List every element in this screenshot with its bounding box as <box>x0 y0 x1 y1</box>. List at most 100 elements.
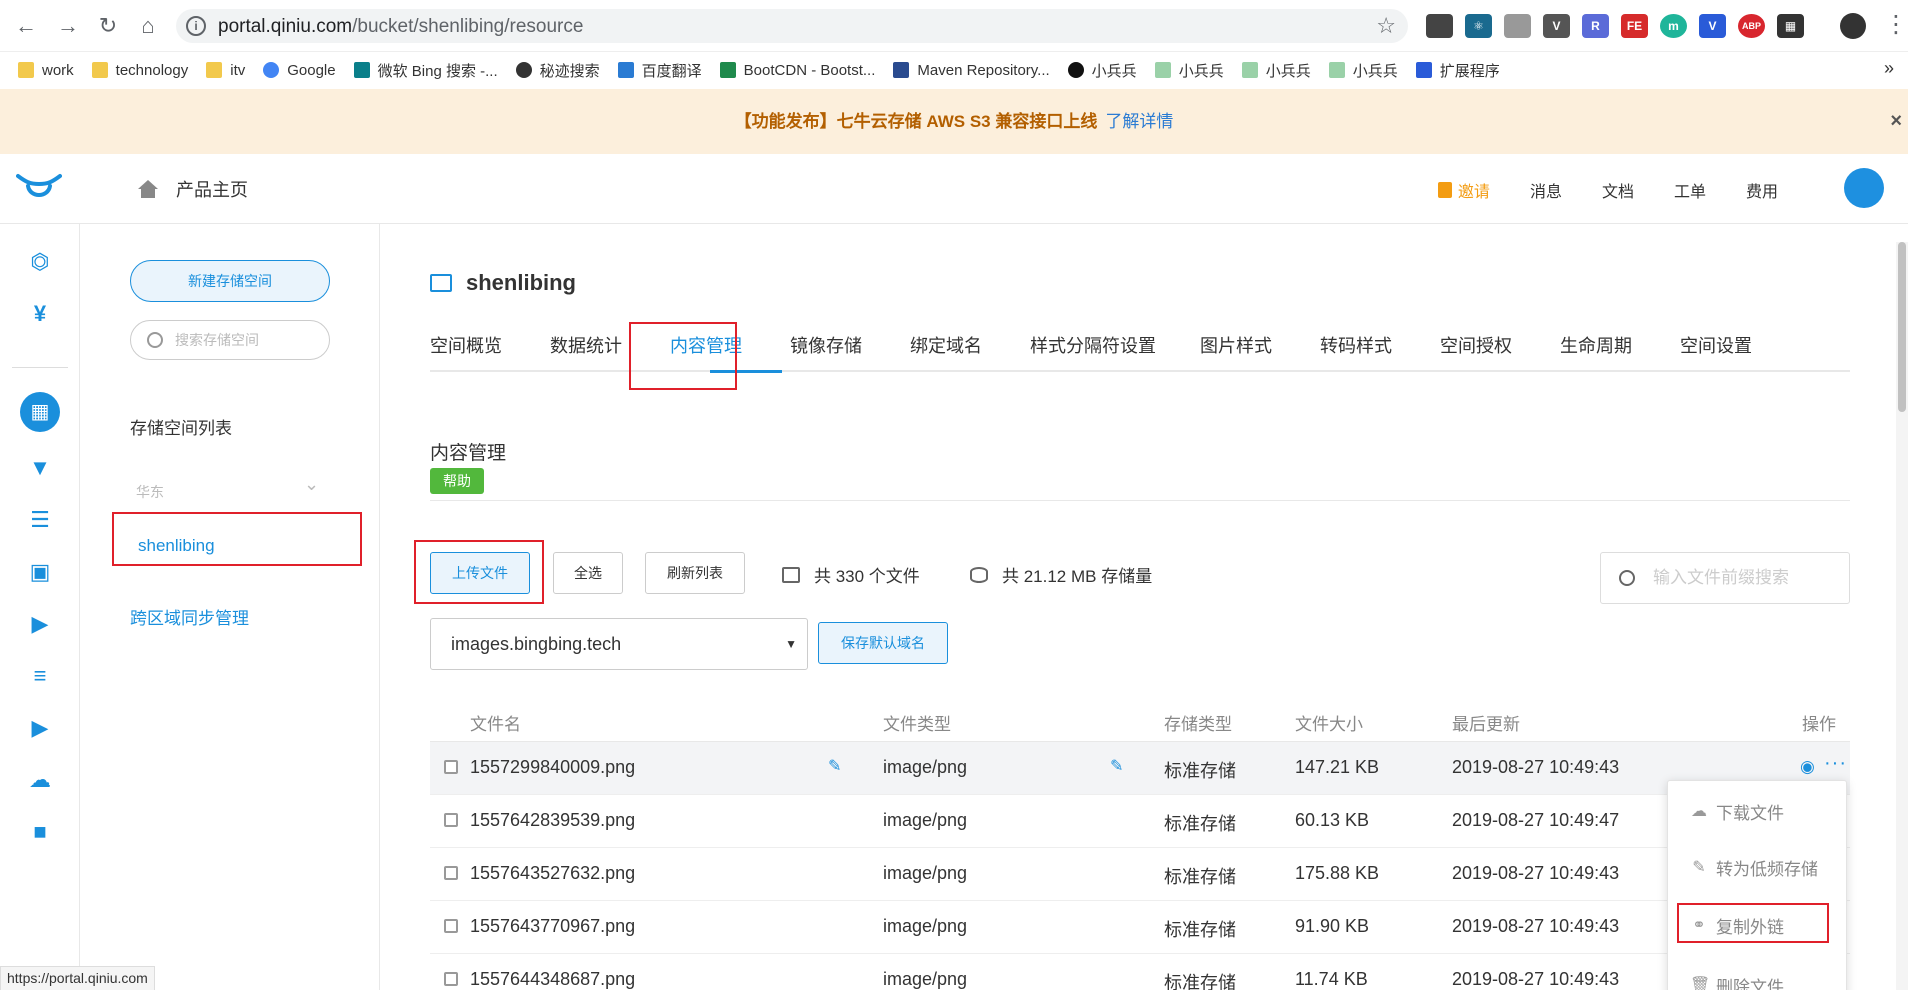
storage-icon[interactable]: ▦ <box>20 392 60 432</box>
tab-bind-domain[interactable]: 绑定域名 <box>910 332 982 358</box>
extension-icon[interactable]: V <box>1699 14 1726 38</box>
docs-link[interactable]: 文档 <box>1602 178 1634 202</box>
bookmark-item[interactable]: 扩展程序 <box>1415 60 1500 81</box>
bookmark-item[interactable]: 秘迹搜索 <box>515 60 600 81</box>
bookmark-item[interactable]: Maven Repository... <box>893 62 1050 79</box>
extension-icon[interactable] <box>1504 14 1531 38</box>
fe-helper-icon[interactable]: FE <box>1621 14 1648 38</box>
bookmark-item[interactable]: 小兵兵 <box>1067 60 1137 81</box>
chevron-down-icon[interactable]: ⌄ <box>304 474 319 495</box>
bookmark-icon[interactable]: ■ <box>24 816 56 848</box>
tab-transcode-style[interactable]: 转码样式 <box>1320 332 1392 358</box>
help-badge[interactable]: 帮助 <box>430 468 484 494</box>
more-bookmarks-icon[interactable]: » <box>1884 58 1894 79</box>
edit-icon[interactable]: ✎ <box>1110 756 1123 776</box>
table-row[interactable]: 1557299840009.png ✎ image/png ✎ 标准存储 147… <box>430 742 1850 795</box>
live-video-icon[interactable]: ▣ <box>24 556 56 588</box>
finance-icon[interactable]: ¥ <box>24 298 56 330</box>
more-options-icon[interactable]: ··· <box>1824 752 1847 775</box>
bookmark-star-icon[interactable]: ☆ <box>1376 13 1396 39</box>
bookmark-item[interactable]: BootCDN - Bootst... <box>719 62 875 79</box>
table-row[interactable]: 1557642839539.png image/png 标准存储 60.13 K… <box>430 795 1850 848</box>
column-header-updated: 最后更新 <box>1452 715 1520 734</box>
row-checkbox[interactable] <box>444 760 458 774</box>
tab-lifecycle[interactable]: 生命周期 <box>1560 332 1632 358</box>
edit-icon[interactable]: ✎ <box>828 756 841 776</box>
upload-file-button[interactable]: 上传文件 <box>430 552 530 594</box>
product-home-link[interactable]: 产品主页 <box>136 176 248 202</box>
row-checkbox[interactable] <box>444 866 458 880</box>
table-row[interactable]: 1557643527632.png image/png 标准存储 175.88 … <box>430 848 1850 901</box>
invite-link[interactable]: 邀请 <box>1437 178 1490 202</box>
bookmark-item[interactable]: 小兵兵 <box>1154 60 1224 81</box>
file-prefix-search-input[interactable]: 输入文件前缀搜索 <box>1600 552 1850 604</box>
media-icon[interactable]: ▶ <box>24 608 56 640</box>
table-row[interactable]: 1557644348687.png image/png 标准存储 11.74 K… <box>430 954 1850 990</box>
server-icon[interactable]: ☰ <box>24 504 56 536</box>
settings-sliders-icon[interactable]: ≡ <box>24 660 56 692</box>
billing-link[interactable]: 费用 <box>1746 178 1778 202</box>
bucket-search-input[interactable]: 搜索存储空间 <box>130 320 330 360</box>
reload-icon[interactable]: ↻ <box>94 12 122 40</box>
extension-icon[interactable]: m <box>1660 14 1687 38</box>
table-row[interactable]: 1557643770967.png image/png 标准存储 91.90 K… <box>430 901 1850 954</box>
page-scrollbar[interactable] <box>1896 242 1908 990</box>
bucket-item-shenlibing[interactable]: shenlibing <box>138 536 215 556</box>
scrollbar-thumb[interactable] <box>1898 242 1906 412</box>
adblock-icon[interactable]: ABP <box>1738 14 1765 38</box>
site-info-icon[interactable]: i <box>186 16 206 36</box>
bookmark-item[interactable]: technology <box>91 62 188 79</box>
cdn-icon[interactable]: ▼ <box>24 452 56 484</box>
row-checkbox[interactable] <box>444 813 458 827</box>
extension-icon[interactable]: R <box>1582 14 1609 38</box>
refresh-list-button[interactable]: 刷新列表 <box>645 552 745 594</box>
extension-icon[interactable] <box>1426 14 1453 38</box>
tab-overview[interactable]: 空间概览 <box>430 332 502 358</box>
tab-style-separator[interactable]: 样式分隔符设置 <box>1030 332 1156 358</box>
region-label[interactable]: 华东 <box>136 482 164 502</box>
back-arrow-icon[interactable]: ← <box>12 12 40 40</box>
vue-devtools-icon[interactable]: V <box>1543 14 1570 38</box>
bookmark-item[interactable]: 微软 Bing 搜索 -... <box>353 60 498 81</box>
tab-bucket-settings[interactable]: 空间设置 <box>1680 332 1752 358</box>
home-icon[interactable]: ⌂ <box>134 12 162 40</box>
tab-image-style[interactable]: 图片样式 <box>1200 332 1272 358</box>
tab-mirror-storage[interactable]: 镜像存储 <box>790 332 862 358</box>
bookmark-item[interactable]: itv <box>206 62 245 79</box>
bookmark-item[interactable]: 百度翻译 <box>617 60 702 81</box>
video-play-icon[interactable]: ▶ <box>24 712 56 744</box>
forward-arrow-icon[interactable]: → <box>54 12 82 40</box>
tab-content-management[interactable]: 内容管理 <box>670 332 742 358</box>
bookmark-item[interactable]: 小兵兵 <box>1241 60 1311 81</box>
profile-avatar[interactable] <box>1840 13 1866 39</box>
domain-select[interactable]: images.bingbing.tech ▼ <box>430 618 808 670</box>
menu-item-download[interactable]: ☁ 下载文件 <box>1690 799 1784 824</box>
cloud-icon[interactable]: ☁ <box>24 764 56 796</box>
close-icon[interactable]: × <box>1890 89 1902 154</box>
react-devtools-icon[interactable]: ⚛ <box>1465 14 1492 38</box>
tab-bucket-authorization[interactable]: 空间授权 <box>1440 332 1512 358</box>
preview-eye-icon[interactable]: ◉ <box>1800 757 1815 777</box>
banner-link[interactable]: 了解详情 <box>1105 112 1173 131</box>
cross-region-sync-link[interactable]: 跨区域同步管理 <box>130 604 249 629</box>
messages-link[interactable]: 消息 <box>1530 178 1562 202</box>
dashboard-icon[interactable]: ⏣ <box>24 246 56 278</box>
tickets-link[interactable]: 工单 <box>1674 178 1706 202</box>
bookmark-item[interactable]: 小兵兵 <box>1328 60 1398 81</box>
menu-item-copy-link[interactable]: ⚭ 复制外链 <box>1690 913 1784 938</box>
menu-item-convert-low-frequency[interactable]: ✎ 转为低频存储 <box>1690 855 1818 880</box>
bookmark-item[interactable]: Google <box>263 62 336 79</box>
select-all-button[interactable]: 全选 <box>553 552 623 594</box>
browser-menu-icon[interactable]: ⋮ <box>1884 10 1908 39</box>
new-bucket-button[interactable]: 新建存储空间 <box>130 260 330 302</box>
save-default-domain-button[interactable]: 保存默认域名 <box>818 622 948 664</box>
user-avatar[interactable] <box>1844 168 1884 208</box>
bookmark-item[interactable]: work <box>18 62 74 79</box>
row-checkbox[interactable] <box>444 972 458 986</box>
row-checkbox[interactable] <box>444 919 458 933</box>
tab-statistics[interactable]: 数据统计 <box>550 332 622 358</box>
qrcode-icon[interactable]: ▦ <box>1777 14 1804 38</box>
address-bar[interactable]: i portal.qiniu.com/bucket/shenlibing/res… <box>176 9 1408 43</box>
qiniu-logo[interactable] <box>16 172 62 204</box>
menu-item-delete[interactable]: 🗑 删除文件 <box>1690 973 1784 990</box>
